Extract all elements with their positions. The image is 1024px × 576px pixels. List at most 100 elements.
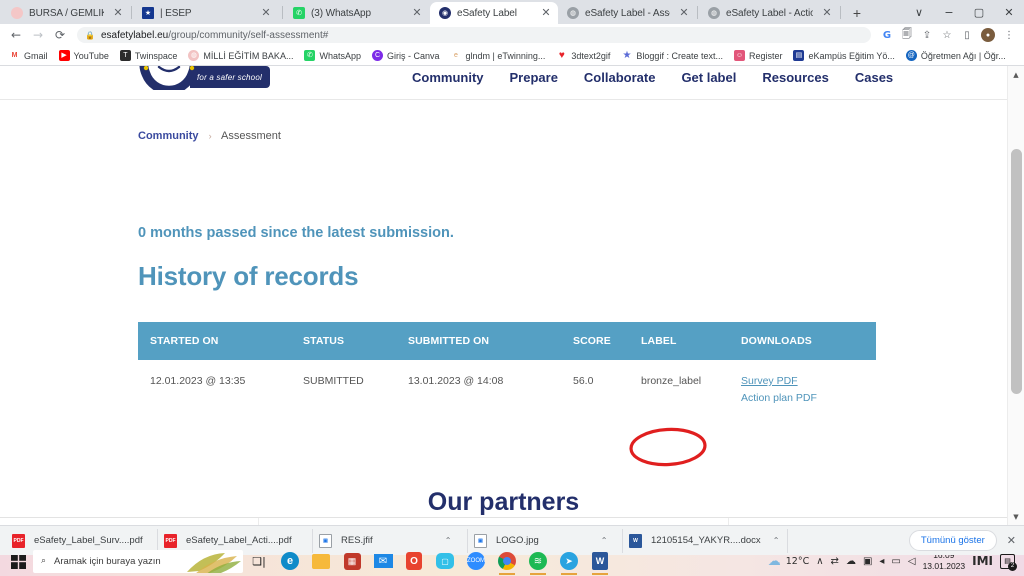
telegram-icon[interactable]: ➤ [554, 547, 584, 575]
nav-link-prepare[interactable]: Prepare [510, 70, 558, 85]
chrome-menu-icon[interactable]: ⋮ [1000, 26, 1018, 44]
bookmark-item[interactable]: ▤ eKampüs Eğitim Yö... [788, 47, 899, 65]
bookmark-star-icon[interactable]: ☆ [938, 26, 956, 44]
tab-close-icon[interactable]: ✕ [112, 7, 124, 19]
office-icon[interactable]: O [399, 547, 429, 575]
chrome-icon[interactable] [492, 547, 522, 575]
tab-close-icon[interactable]: ✕ [678, 7, 690, 19]
chat-icon[interactable]: ▢ [430, 547, 460, 575]
translate-icon[interactable]: 🗐 [898, 26, 916, 44]
browser-tab[interactable]: ◍ eSafety Label - Action Plan ✕ [699, 2, 839, 24]
tab-close-icon[interactable]: ✕ [411, 7, 423, 19]
battery-icon[interactable]: ▭ [891, 556, 900, 567]
screen-capture-icon[interactable]: ▣ [863, 556, 872, 567]
breadcrumb-link-community[interactable]: Community [138, 130, 199, 142]
bookmark-item[interactable]: ▶ YouTube [54, 47, 114, 65]
browser-tab[interactable]: ★ | ESEP ✕ [133, 2, 281, 24]
web-page: for a safer school Community Prepare Col… [0, 66, 1007, 525]
close-window-button[interactable]: ✕ [994, 0, 1024, 24]
notification-count-badge: 2 [1008, 561, 1017, 571]
tab-divider [131, 5, 132, 19]
column-downloads: DOWNLOADS [741, 322, 876, 360]
ivanti-icon[interactable]: IMI [972, 554, 993, 568]
task-view-icon[interactable]: ❏| [244, 547, 274, 575]
onedrive-icon[interactable]: ☁ [846, 556, 856, 567]
bookmark-item[interactable]: T Twinspace [115, 47, 183, 65]
search-icon: ⌕ [41, 556, 47, 566]
bookmark-item[interactable]: ☺ Register [729, 47, 788, 65]
download-item[interactable]: PDF eSafety_Label_Surv....pdf ⌃ [6, 528, 175, 553]
bookmark-item[interactable]: ✆ WhatsApp [299, 47, 366, 65]
nav-link-resources[interactable]: Resources [762, 70, 828, 85]
scroll-up-arrow-icon[interactable]: ▲ [1008, 66, 1024, 83]
browser-tab[interactable]: ✆ (3) WhatsApp ✕ [284, 2, 430, 24]
bookmark-item[interactable]: e glndm | eTwinning... [446, 47, 551, 65]
site-logo[interactable]: for a safer school [138, 66, 270, 90]
new-tab-button[interactable]: + [846, 2, 868, 24]
nav-link-get-label[interactable]: Get label [681, 70, 736, 85]
tab-close-icon[interactable]: ✕ [260, 7, 272, 19]
bookmark-label: eKampüs Eğitim Yö... [808, 50, 895, 61]
word-icon[interactable]: W [585, 547, 615, 575]
tab-close-icon[interactable]: ✕ [821, 7, 833, 19]
wifi-icon[interactable]: ◂ [879, 556, 884, 567]
page-scrollbar[interactable]: ▲ ▼ [1007, 66, 1024, 525]
tab-title: eSafety Label [457, 7, 517, 19]
browser-window: BURSA / GEMLİK - Lale Ken ✕ ★ | ESEP ✕ ✆… [0, 0, 1024, 555]
bookmark-item[interactable]: ★ Bloggif : Create text... [616, 47, 728, 65]
edge-icon[interactable]: e [275, 547, 305, 575]
tray-overflow-chevron-icon[interactable]: ∧ [816, 556, 823, 567]
mail-icon[interactable]: ✉ [368, 547, 398, 575]
nav-link-community[interactable]: Community [412, 70, 484, 85]
download-menu-caret-icon[interactable]: ⌃ [773, 536, 780, 545]
network-transfer-icon[interactable]: ⇄ [831, 556, 839, 567]
spotify-icon[interactable]: ≋ [523, 547, 553, 575]
nav-link-cases[interactable]: Cases [855, 70, 893, 85]
scroll-down-arrow-icon[interactable]: ▼ [1008, 508, 1024, 525]
download-menu-caret-icon[interactable]: ⌃ [601, 536, 608, 545]
taskbar-search-box[interactable]: ⌕ Aramak için buraya yazın [33, 549, 243, 573]
notifications-icon[interactable]: ▤ 2 [1000, 553, 1017, 571]
forward-icon[interactable]: → [28, 25, 48, 45]
nav-link-collaborate[interactable]: Collaborate [584, 70, 656, 85]
action-plan-pdf-link[interactable]: Action plan PDF [741, 392, 876, 404]
tab-divider [282, 5, 283, 19]
sidepanel-icon[interactable]: ▯ [958, 26, 976, 44]
zoom-icon[interactable]: ZOOM [461, 547, 491, 575]
volume-icon[interactable]: ◁ [908, 556, 916, 567]
download-menu-caret-icon[interactable]: ⌃ [445, 536, 452, 545]
bookmark-item[interactable]: M Gmail [4, 47, 53, 65]
file-explorer-icon[interactable] [306, 547, 336, 575]
reload-icon[interactable]: ⟳ [50, 25, 70, 45]
bookmark-item[interactable]: ♥ 3dtext2gif [551, 47, 615, 65]
google-lens-icon[interactable]: G [878, 26, 896, 44]
bookmark-item[interactable]: C Giriş - Canva [367, 47, 445, 65]
download-item[interactable]: W 12105154_YAKYR....docx ⌃ [623, 528, 788, 553]
browser-tab[interactable]: ◍ eSafety Label - Assessment ✕ [558, 2, 696, 24]
browser-tab[interactable]: BURSA / GEMLİK - Lale Ken ✕ [2, 2, 130, 24]
meb-icon: ◍ [188, 50, 200, 61]
maximize-button[interactable]: ▢ [964, 0, 994, 24]
back-icon[interactable]: ← [6, 25, 26, 45]
lock-icon: 🔒 [85, 30, 95, 40]
submission-status-text: 0 months passed since the latest submiss… [138, 225, 454, 241]
microsoft-store-icon[interactable]: ▦ [337, 547, 367, 575]
bookmark-item[interactable]: ◍ MİLLİ EĞİTİM BAKA... [183, 47, 298, 65]
download-filename: RES.jfif [341, 535, 373, 546]
browser-tab-active[interactable]: ◉ eSafety Label ✕ [430, 2, 558, 24]
show-all-downloads-button[interactable]: Tümünü göster [908, 530, 997, 551]
tab-close-icon[interactable]: ✕ [540, 7, 552, 19]
address-bar[interactable]: 🔒 esafetylabel.eu/group/community/self-a… [77, 27, 871, 43]
profile-avatar[interactable]: ● [981, 28, 995, 42]
share-icon[interactable]: ⇪ [918, 26, 936, 44]
minimize-button[interactable]: − [934, 0, 964, 24]
scrollbar-thumb[interactable] [1011, 149, 1022, 394]
bookmark-label: Twinspace [134, 50, 178, 61]
browser-toolbar: ← → ⟳ 🔒 esafetylabel.eu/group/community/… [0, 24, 1024, 46]
tab-search-chevron-icon[interactable]: ∨ [904, 0, 934, 24]
survey-pdf-link[interactable]: Survey PDF [741, 375, 876, 387]
weather-widget[interactable]: ☁ 12°C [768, 554, 809, 569]
close-shelf-icon[interactable]: ✕ [1007, 534, 1016, 547]
bookmark-item[interactable]: @ Öğretmen Ağı | Öğr... [901, 47, 1011, 65]
cell-started-on: 12.01.2023 @ 13:35 [150, 375, 246, 387]
